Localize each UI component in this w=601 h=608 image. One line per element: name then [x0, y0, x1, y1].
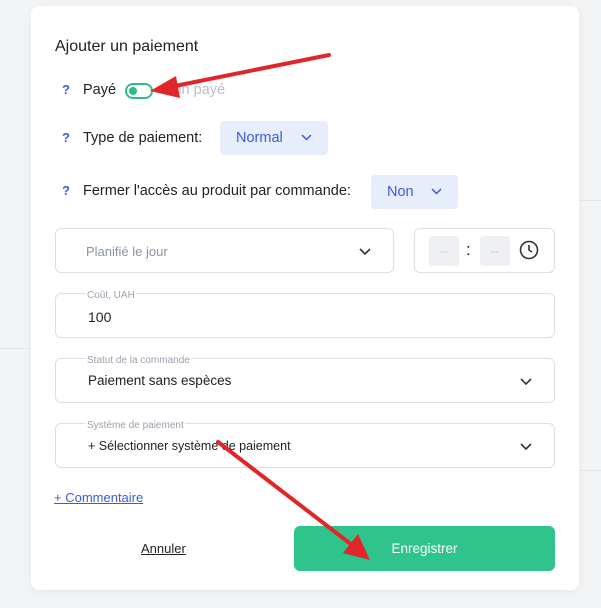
chevron-down-icon: [301, 134, 312, 141]
cost-field[interactable]: Coût, UAH 100: [55, 290, 555, 338]
minutes-input[interactable]: --: [480, 236, 510, 266]
cost-legend: Coût, UAH: [86, 290, 136, 301]
payment-system-value: + Sélectionner système de paiement: [88, 439, 291, 453]
close-access-value: Non: [387, 184, 414, 200]
chevron-down-icon: [359, 248, 371, 256]
order-status-value: Paiement sans espèces: [88, 373, 232, 388]
background-divider: [579, 200, 601, 201]
help-icon[interactable]: ?: [62, 82, 70, 97]
background-divider: [0, 348, 31, 349]
payment-type-label: Type de paiement:: [83, 130, 203, 146]
paid-toggle-switch[interactable]: [125, 83, 153, 99]
payment-system-legend: Système de paiement: [86, 420, 185, 431]
chevron-down-icon: [520, 443, 532, 451]
toggle-knob: [129, 87, 137, 95]
save-button[interactable]: Enregistrer: [294, 526, 555, 571]
cost-value: 100: [88, 309, 112, 325]
chevron-down-icon: [431, 188, 442, 195]
time-picker: -- : --: [414, 228, 555, 273]
close-access-dropdown[interactable]: Non: [371, 175, 458, 209]
chevron-down-icon: [520, 378, 532, 386]
close-access-label: Fermer l'accès au produit par commande:: [83, 183, 351, 199]
help-icon[interactable]: ?: [62, 130, 70, 145]
order-status-legend: Statut de la commande: [86, 355, 191, 366]
hours-input[interactable]: --: [429, 236, 459, 266]
modal-title: Ajouter un paiement: [55, 38, 199, 55]
scheduled-date-select[interactable]: Planifié le jour: [55, 228, 394, 273]
add-comment-link[interactable]: + Commentaire: [54, 490, 143, 505]
cancel-button[interactable]: Annuler: [141, 541, 186, 556]
payment-type-dropdown[interactable]: Normal: [220, 121, 328, 155]
scheduled-date-placeholder: Planifié le jour: [86, 244, 168, 259]
payment-type-value: Normal: [236, 130, 283, 146]
payment-system-select[interactable]: Système de paiement + Sélectionner systè…: [55, 420, 555, 468]
help-icon[interactable]: ?: [62, 183, 70, 198]
unpaid-label: Non payé: [163, 82, 226, 98]
background-divider: [579, 470, 601, 471]
order-status-select[interactable]: Statut de la commande Paiement sans espè…: [55, 355, 555, 403]
add-payment-modal: Ajouter un paiement ? Payé Non payé ? Ty…: [31, 6, 579, 590]
paid-label: Payé: [83, 82, 117, 98]
clock-icon[interactable]: [519, 240, 539, 260]
time-separator: :: [466, 240, 471, 259]
